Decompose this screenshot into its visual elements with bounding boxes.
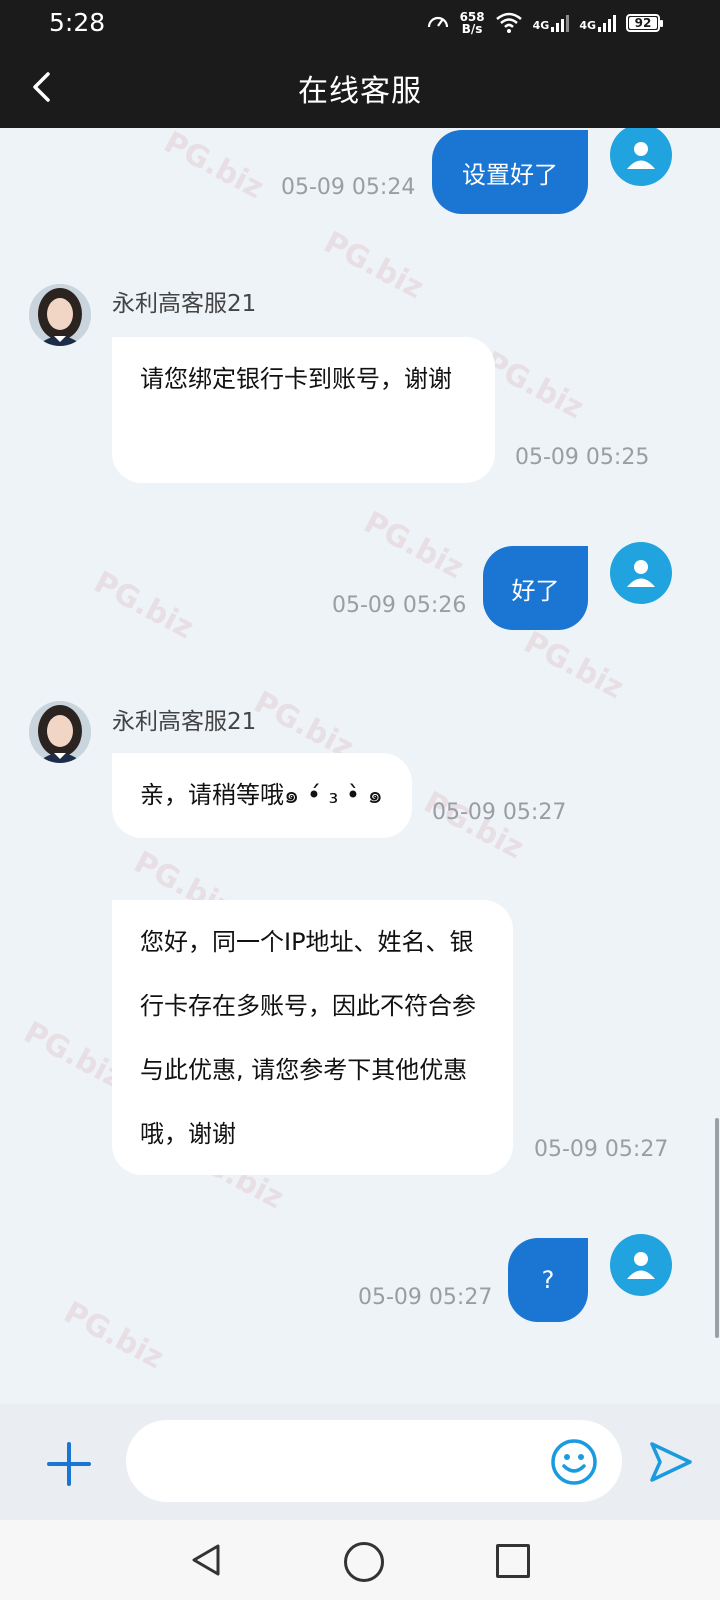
signal-2-label: 4G: [579, 19, 596, 32]
user-icon: [627, 1252, 655, 1279]
message-timestamp: 05-09 05:27: [358, 1285, 493, 1310]
avatar[interactable]: [610, 128, 672, 186]
message-input-bar: [0, 1404, 720, 1520]
agent-name: 永利高客服21: [112, 709, 257, 735]
app-header: 在线客服: [0, 46, 720, 128]
message-bubble-outgoing[interactable]: 设置好了: [432, 130, 588, 214]
triangle-back-icon: [192, 1544, 220, 1576]
watermark: PG.biz: [318, 224, 430, 307]
status-bar: 5:28 658 B/s 4G 4G 92: [0, 0, 720, 46]
nav-home-button[interactable]: [344, 1542, 384, 1582]
page-title: 在线客服: [298, 74, 422, 109]
wifi-icon: [495, 12, 522, 33]
message-timestamp: 05-09 05:27: [432, 800, 567, 825]
watermark: PG.biz: [518, 624, 630, 707]
watermark: PG.biz: [58, 1294, 170, 1377]
user-icon: [627, 560, 655, 587]
signal-bars-icon: [551, 14, 570, 32]
signal-1-label: 4G: [532, 19, 550, 32]
watermark: PG.biz: [88, 564, 200, 647]
watermark: PG.biz: [158, 128, 270, 207]
status-time: 5:28: [49, 8, 106, 37]
chat-message-list[interactable]: PG.biz PG.biz PG.biz PG.biz PG.biz PG.bi…: [0, 128, 720, 1404]
battery-level: 92: [634, 16, 652, 30]
message-bubble-incoming[interactable]: 亲，请稍等哦๑ •́ ₃ •̀ ๑: [112, 753, 412, 838]
agent-name: 永利高客服21: [112, 291, 257, 317]
battery-icon: 92: [626, 14, 663, 32]
nav-recents-button[interactable]: [496, 1544, 530, 1578]
avatar[interactable]: [29, 284, 91, 346]
send-icon: [650, 1442, 692, 1482]
system-navigation-bar: [0, 1520, 720, 1600]
message-timestamp: 05-09 05:26: [332, 593, 467, 618]
add-attachment-button[interactable]: [45, 1440, 93, 1488]
agent-avatar-image: [29, 701, 91, 763]
nav-back-button[interactable]: [188, 1542, 224, 1578]
message-bubble-incoming[interactable]: 请您绑定银行卡到账号，谢谢: [112, 337, 495, 483]
net-speed: 658 B/s: [460, 11, 485, 35]
scrollbar[interactable]: [715, 1118, 719, 1338]
message-input[interactable]: [126, 1420, 622, 1502]
plus-icon: [47, 1442, 91, 1486]
user-icon: [627, 142, 655, 169]
signal-2: 4G: [579, 14, 616, 32]
emoji-button[interactable]: [550, 1438, 598, 1486]
message-bubble-outgoing[interactable]: 好了: [483, 546, 588, 630]
message-timestamp: 05-09 05:27: [534, 1137, 669, 1162]
watermark: PG.biz: [358, 504, 470, 587]
message-timestamp: 05-09 05:24: [281, 175, 416, 200]
signal-1: 4G: [533, 14, 570, 32]
speedometer-icon: [427, 16, 448, 28]
message-bubble-outgoing[interactable]: ?: [508, 1238, 588, 1322]
agent-avatar-image: [29, 284, 91, 346]
status-icons: 658 B/s 4G 4G 92: [426, 8, 663, 38]
avatar[interactable]: [29, 701, 91, 763]
signal-bars-icon: [598, 14, 616, 32]
net-speed-unit: B/s: [461, 22, 483, 36]
avatar[interactable]: [610, 1234, 672, 1296]
avatar[interactable]: [610, 542, 672, 604]
message-timestamp: 05-09 05:25: [515, 445, 650, 470]
send-button[interactable]: [648, 1440, 694, 1484]
watermark: PG.biz: [418, 784, 530, 867]
message-bubble-incoming[interactable]: 您好，同一个IP地址、姓名、银行卡存在多账号，因此不符合参与此优惠, 请您参考下…: [112, 900, 513, 1175]
